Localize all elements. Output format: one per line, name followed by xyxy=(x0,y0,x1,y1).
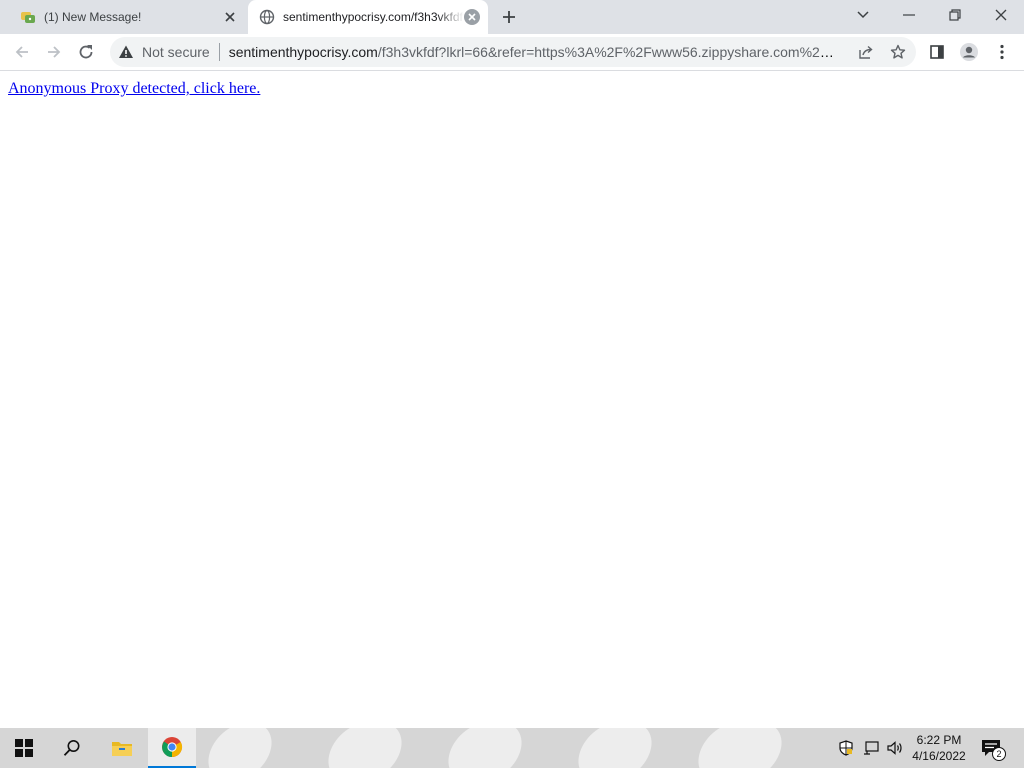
windows-logo-icon xyxy=(15,739,33,757)
wallpaper-shape xyxy=(690,728,790,768)
tab-sentimenthypocrisy[interactable]: sentimenthypocrisy.com/f3h3vkfdf?lkrl=66… xyxy=(248,0,488,34)
close-icon xyxy=(995,9,1007,21)
search-button[interactable] xyxy=(48,728,96,768)
bookmark-star-icon[interactable] xyxy=(890,44,906,60)
wallpaper-shape xyxy=(200,728,280,768)
network-icon[interactable] xyxy=(863,740,879,756)
system-clock[interactable]: 6:22 PM 4/16/2022 xyxy=(904,732,974,764)
notification-count-badge: 2 xyxy=(992,747,1006,761)
file-explorer-button[interactable] xyxy=(98,728,146,768)
side-panel-button[interactable] xyxy=(924,39,950,65)
chevron-down-icon xyxy=(857,11,869,19)
security-shield-icon[interactable] xyxy=(838,740,854,756)
avatar-icon xyxy=(960,43,978,61)
tab-new-message[interactable]: (1) New Message! xyxy=(8,0,246,34)
folder-icon xyxy=(112,742,132,756)
share-icon[interactable] xyxy=(858,44,874,60)
globe-icon xyxy=(259,9,275,25)
forward-button[interactable] xyxy=(41,39,67,65)
close-tab-button[interactable] xyxy=(464,9,480,25)
proxy-detected-link[interactable]: Anonymous Proxy detected, click here. xyxy=(8,80,260,98)
side-panel-icon xyxy=(930,45,944,59)
warning-icon[interactable] xyxy=(118,44,134,60)
minimize-icon xyxy=(903,14,915,16)
divider xyxy=(218,43,220,61)
tab-search-button[interactable] xyxy=(840,0,886,30)
wallpaper-shape xyxy=(440,728,530,768)
url-text[interactable]: sentimenthypocrisy.com/f3h3vkfdf?lkrl=66… xyxy=(229,44,841,60)
restore-icon xyxy=(949,9,961,21)
volume-icon[interactable] xyxy=(887,740,903,756)
profile-button[interactable] xyxy=(956,39,982,65)
chat-bubbles-icon xyxy=(20,9,36,25)
taskbar: 6:22 PM 4/16/2022 2 xyxy=(0,728,1024,768)
menu-button[interactable] xyxy=(989,39,1015,65)
clock-time: 6:22 PM xyxy=(916,733,962,747)
page-content: Anonymous Proxy detected, click here. xyxy=(0,72,1024,728)
url-host: sentimenthypocrisy.com xyxy=(228,44,378,60)
back-button[interactable] xyxy=(9,39,35,65)
action-center-button[interactable]: 2 xyxy=(980,738,1006,761)
browser-toolbar: Not secure sentimenthypocrisy.com/f3h3vk… xyxy=(0,34,1024,71)
close-window-button[interactable] xyxy=(978,0,1024,30)
restore-button[interactable] xyxy=(932,0,978,30)
minimize-button[interactable] xyxy=(886,0,932,30)
wallpaper-shape xyxy=(320,728,410,768)
clock-date: 4/16/2022 xyxy=(912,749,966,763)
url-path: /f3h3vkfdf?lkrl=66&refer=https%3A%2F%2Fw… xyxy=(377,44,841,60)
tab-strip: (1) New Message! sentimenthypocrisy.com/… xyxy=(0,0,1024,34)
start-button[interactable] xyxy=(0,728,48,768)
security-status[interactable]: Not secure xyxy=(142,44,210,60)
chrome-taskbar-button[interactable] xyxy=(148,728,196,768)
arrow-left-icon xyxy=(15,46,28,58)
arrow-right-icon xyxy=(48,46,61,58)
tab-title: sentimenthypocrisy.com/f3h3vkfdf?lkrl=66… xyxy=(283,10,464,24)
search-icon xyxy=(63,740,80,756)
kebab-menu-icon xyxy=(1000,44,1004,60)
address-bar[interactable]: Not secure sentimenthypocrisy.com/f3h3vk… xyxy=(110,37,916,67)
wallpaper-shape xyxy=(570,728,660,768)
chrome-icon xyxy=(162,737,183,758)
reload-icon xyxy=(79,45,93,59)
reload-button[interactable] xyxy=(73,39,99,65)
tab-title: (1) New Message! xyxy=(44,10,142,24)
new-tab-button[interactable] xyxy=(499,7,519,27)
close-tab-button[interactable] xyxy=(222,9,238,25)
